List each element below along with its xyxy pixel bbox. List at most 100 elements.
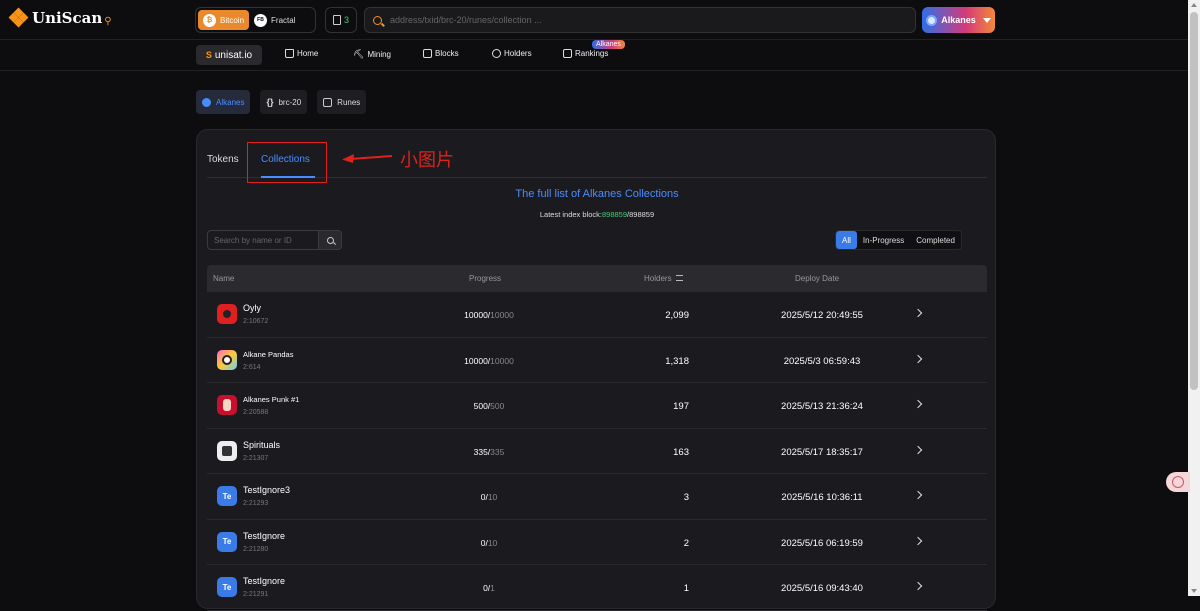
collection-avatar (217, 440, 237, 461)
collection-name: Alkane Pandas (243, 349, 294, 359)
chevron-right-icon[interactable] (913, 490, 923, 500)
collection-deploy-date: 2025/5/13 21:36:24 (781, 401, 863, 412)
chevron-right-icon[interactable] (913, 581, 923, 591)
scroll-down-icon[interactable] (1191, 589, 1197, 593)
protocol-select-button[interactable]: Alkanes (922, 7, 995, 33)
column-progress: Progress (469, 274, 502, 283)
collection-deploy-date: 2025/5/16 09:43:40 (781, 583, 863, 594)
unisat-site-link[interactable]: S unisat.io (196, 45, 262, 65)
table-row[interactable]: Te TestIgnore 2:21291 0/1 1 2025/5/16 09… (207, 565, 987, 611)
global-search (364, 7, 916, 33)
filter-in-progress[interactable]: In-Progress (857, 231, 910, 249)
collection-progress: 0/10 (439, 538, 539, 548)
collection-holders: 1 (683, 583, 689, 594)
collection-search-button[interactable] (319, 230, 342, 250)
collection-deploy-date: 2025/5/17 18:35:17 (781, 446, 863, 458)
nav-label: Blocks (435, 49, 459, 58)
floating-helper-button[interactable] (1166, 472, 1190, 492)
chevron-right-icon[interactable] (913, 308, 923, 318)
collection-avatar: Te (217, 486, 237, 506)
collection-deploy-date: 2025/5/3 06:59:43 (783, 355, 861, 367)
column-deploy-date: Deploy Date (795, 274, 840, 283)
nav-home[interactable]: Home (285, 49, 318, 58)
home-icon (285, 49, 294, 58)
collection-name: TestIgnore (243, 530, 286, 541)
table-row[interactable]: Alkane Pandas 2:614 10000/10000 1,318 20… (207, 338, 987, 383)
site-label: unisat.io (214, 49, 253, 61)
chevron-right-icon[interactable] (913, 445, 923, 454)
collection-progress: 335/335 (439, 447, 539, 457)
global-search-input[interactable] (390, 15, 915, 25)
table-row[interactable]: Spirituals 2:21307 335/335 163 2025/5/17… (207, 429, 987, 474)
collection-search-input[interactable] (207, 230, 319, 250)
filter-all[interactable]: All (836, 231, 857, 249)
tab-label: Alkanes (216, 97, 245, 107)
chevron-right-icon[interactable] (913, 536, 923, 545)
table-row[interactable]: Oyly 2:10672 10000/10000 2,099 2025/5/12… (207, 292, 987, 338)
search-icon (373, 15, 382, 25)
chain-fractal-button[interactable]: FB Fractal (249, 10, 300, 30)
table-header: Name Progress Holders Deploy Date (207, 265, 987, 292)
scroll-thumb[interactable] (1190, 12, 1198, 390)
logo-search-icon: ⚲ (104, 15, 112, 27)
column-holders[interactable]: Holders (644, 274, 683, 283)
cube-icon (423, 49, 432, 58)
index-current: 898859 (601, 210, 628, 219)
collection-name: TestIgnore (243, 576, 286, 586)
collection-deploy-date: 2025/5/16 10:36:11 (781, 492, 863, 503)
minted: 335/ (473, 446, 491, 457)
annotation-highlight-box (247, 142, 327, 183)
sort-icon (675, 275, 683, 281)
collection-name: Spirituals (243, 439, 281, 450)
total-supply: 335 (490, 446, 505, 457)
gas-value: 3 (343, 15, 349, 25)
alkanes-icon (926, 14, 938, 26)
index-status: Latest index block:898859/898859 (197, 210, 997, 219)
nav-rankings[interactable]: Rankings (563, 49, 608, 58)
tab-label: Runes (337, 97, 361, 107)
total-supply: 10000 (490, 310, 514, 320)
chain-bitcoin-button[interactable]: ₿ Bitcoin (198, 10, 250, 30)
table-row[interactable]: Te TestIgnore3 2:21293 0/10 3 2025/5/16 … (207, 474, 987, 520)
total-supply: 1 (490, 583, 495, 593)
search-icon (326, 236, 334, 244)
uniscan-logo[interactable]: UniScan ⚲ (8, 7, 112, 28)
minted: 10000/ (464, 355, 491, 366)
page-scrollbar[interactable] (1188, 0, 1200, 596)
filter-completed[interactable]: Completed (910, 231, 961, 249)
collection-holders: 3 (683, 492, 689, 503)
collection-id: 2:20588 (243, 409, 269, 416)
collection-holders: 1,318 (665, 355, 689, 367)
pickaxe-icon: ⛏ (353, 49, 365, 59)
table-row[interactable]: Alkanes Punk #1 2:20588 500/500 197 2025… (207, 383, 987, 429)
chevron-right-icon[interactable] (913, 354, 923, 363)
bitcoin-icon: ₿ (203, 13, 216, 27)
gas-fee-button[interactable]: 3 (325, 7, 357, 33)
user-icon (492, 49, 501, 58)
scroll-up-icon[interactable] (1191, 3, 1197, 7)
tab-alkanes[interactable]: Alkanes (196, 90, 251, 114)
tab-tokens[interactable]: Tokens (207, 154, 239, 165)
collection-deploy-date: 2025/5/16 06:19:59 (781, 537, 863, 549)
chain-label: Fractal (271, 15, 296, 25)
tab-label: brc-20 (278, 97, 302, 107)
logo-mark-icon (8, 7, 29, 28)
nav-holders[interactable]: Holders (492, 49, 532, 58)
table-row[interactable]: Te TestIgnore 2:21280 0/10 2 2025/5/16 0… (207, 520, 987, 565)
collection-table-body: Oyly 2:10672 10000/10000 2,099 2025/5/12… (207, 292, 987, 611)
minted: 0/ (480, 492, 488, 502)
nav-blocks[interactable]: Blocks (423, 49, 459, 58)
minted: 0/ (480, 537, 488, 548)
rankings-alkanes-badge: Alkanes (592, 40, 625, 49)
annotation-text: 小图片 (400, 150, 454, 171)
collection-id: 2:21307 (243, 454, 269, 462)
tab-brc20[interactable]: {} brc-20 (260, 90, 308, 114)
tab-runes[interactable]: Runes (317, 90, 367, 114)
collection-search (207, 230, 342, 250)
total-supply: 10000 (490, 355, 514, 366)
nav-mining[interactable]: ⛏ Mining (353, 49, 391, 60)
collection-holders: 2 (683, 537, 689, 549)
index-label: Latest index block: (539, 210, 602, 219)
braces-icon: {} (266, 97, 274, 107)
chevron-right-icon[interactable] (913, 399, 923, 409)
